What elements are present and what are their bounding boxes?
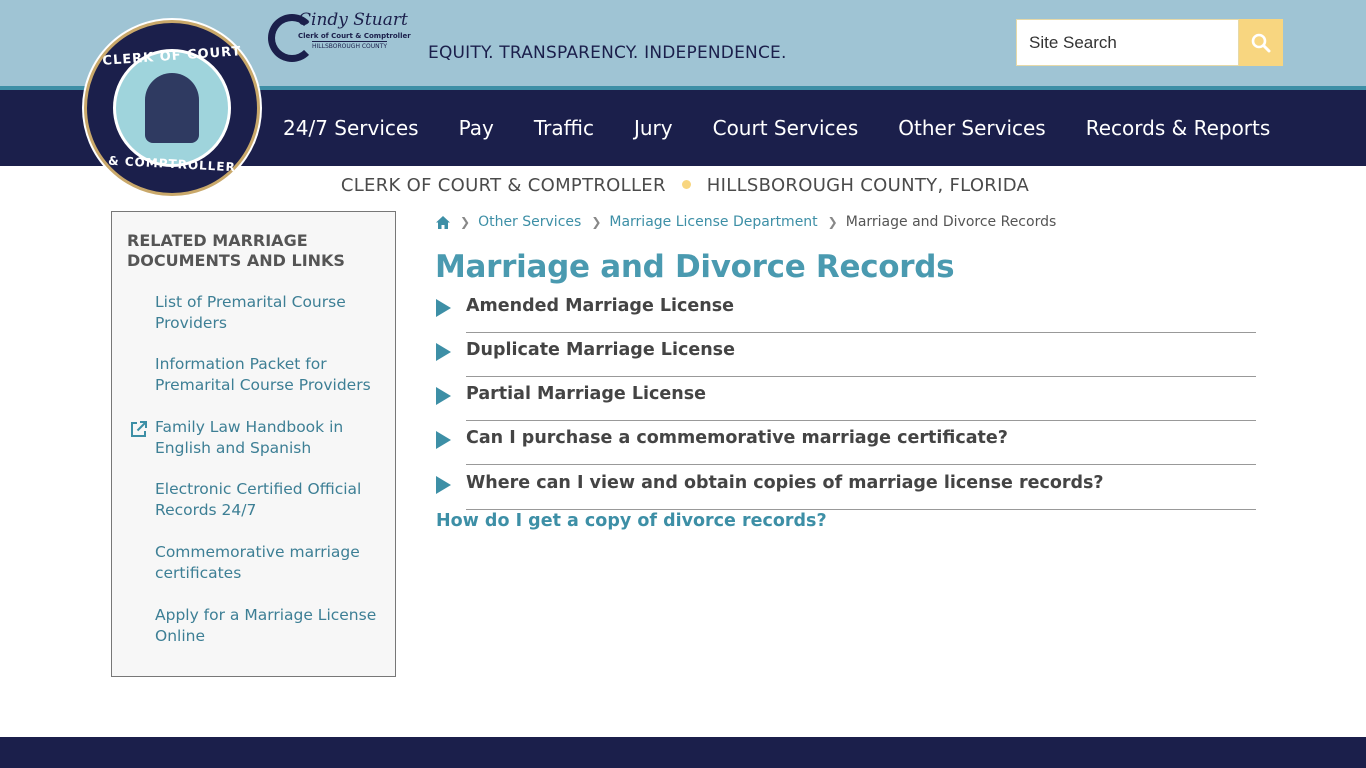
accordion-label: Where can I view and obtain copies of ma…	[466, 473, 1104, 493]
separator-dot	[681, 179, 691, 189]
sidebar-link-info-packet[interactable]: Information Packet for Premarital Course…	[155, 354, 390, 396]
chevron-right-icon: ❯	[827, 215, 838, 229]
triangle-right-icon	[436, 431, 451, 449]
accordion-label: Amended Marriage License	[466, 296, 735, 316]
cindy-stuart-logo[interactable]: Cindy Stuart Clerk of Court & Comptrolle…	[268, 10, 411, 64]
nav-jury[interactable]: Jury	[614, 116, 693, 140]
breadcrumb-current: Marriage and Divorce Records	[845, 214, 1057, 230]
search-input[interactable]	[1016, 19, 1239, 66]
office-name: CLERK OF COURT & COMPTROLLER	[340, 175, 666, 196]
brand-subtitle: Clerk of Court & Comptroller	[298, 32, 411, 40]
chevron-right-icon: ❯	[460, 215, 471, 229]
nav-traffic[interactable]: Traffic	[514, 116, 614, 140]
lady-justice-figure	[145, 73, 199, 143]
footer-bar	[0, 737, 1366, 768]
seal-bottom-text: & COMPTROLLER	[107, 153, 237, 175]
sidebar-link-electronic-records[interactable]: Electronic Certified Official Records 24…	[155, 479, 390, 521]
breadcrumb: ❯ Other Services ❯ Marriage License Depa…	[436, 214, 1056, 230]
triangle-right-icon	[436, 476, 451, 494]
brand-name: Cindy Stuart	[298, 10, 408, 30]
accordion-partial-license[interactable]: Partial Marriage License	[436, 377, 1256, 421]
sidebar-link-apply-online[interactable]: Apply for a Marriage License Online	[155, 605, 390, 647]
tagline: EQUITY. TRANSPARENCY. INDEPENDENCE.	[428, 43, 787, 63]
page-title: Marriage and Divorce Records	[435, 249, 955, 285]
site-search	[1016, 19, 1283, 66]
sidebar-link-premarital-providers[interactable]: List of Premarital Course Providers	[155, 292, 390, 334]
home-icon[interactable]	[436, 215, 450, 229]
chevron-right-icon: ❯	[591, 215, 602, 229]
county-name: HILLSBOROUGH COUNTY, FLORIDA	[706, 175, 1030, 196]
sidebar-link-family-law-handbook[interactable]: Family Law Handbook in English and Spani…	[155, 417, 390, 459]
search-button[interactable]	[1239, 19, 1283, 66]
accordion-view-copies[interactable]: Where can I view and obtain copies of ma…	[436, 466, 1256, 510]
accordion-divider	[466, 509, 1256, 510]
accordion-label: Partial Marriage License	[466, 384, 706, 404]
nav-court-services[interactable]: Court Services	[693, 116, 879, 140]
external-link-icon	[131, 421, 147, 437]
accordion-duplicate-license[interactable]: Duplicate Marriage License	[436, 333, 1256, 377]
divorce-records-link[interactable]: How do I get a copy of divorce records?	[436, 511, 827, 531]
clerk-seal-logo[interactable]: CLERK OF COURT & COMPTROLLER	[84, 20, 260, 196]
accordion-label: Can I purchase a commemorative marriage …	[466, 428, 1008, 448]
search-icon	[1251, 33, 1271, 52]
sidebar-title: RELATED MARRIAGE DOCUMENTS AND LINKS	[127, 231, 345, 270]
accordion-divider	[466, 464, 1256, 465]
related-links-sidebar: RELATED MARRIAGE DOCUMENTS AND LINKS Lis…	[111, 211, 396, 677]
triangle-right-icon	[436, 387, 451, 405]
accordion-label: Duplicate Marriage License	[466, 340, 735, 360]
triangle-right-icon	[436, 299, 451, 317]
sidebar-link-commemorative-certificates[interactable]: Commemorative marriage certificates	[155, 542, 390, 584]
nav-247-services[interactable]: 24/7 Services	[263, 116, 439, 140]
brand-county: HILLSBOROUGH COUNTY	[312, 41, 387, 50]
nav-other-services[interactable]: Other Services	[878, 116, 1065, 140]
accordion-amended-license[interactable]: Amended Marriage License	[436, 289, 1256, 333]
main-nav: 24/7 Services Pay Traffic Jury Court Ser…	[263, 90, 1290, 166]
breadcrumb-other-services[interactable]: Other Services	[478, 214, 581, 230]
nav-pay[interactable]: Pay	[439, 116, 514, 140]
breadcrumb-marriage-license-department[interactable]: Marriage License Department	[609, 214, 817, 230]
nav-records-reports[interactable]: Records & Reports	[1066, 116, 1291, 140]
accordion-commemorative-certificate[interactable]: Can I purchase a commemorative marriage …	[436, 421, 1256, 465]
triangle-right-icon	[436, 343, 451, 361]
